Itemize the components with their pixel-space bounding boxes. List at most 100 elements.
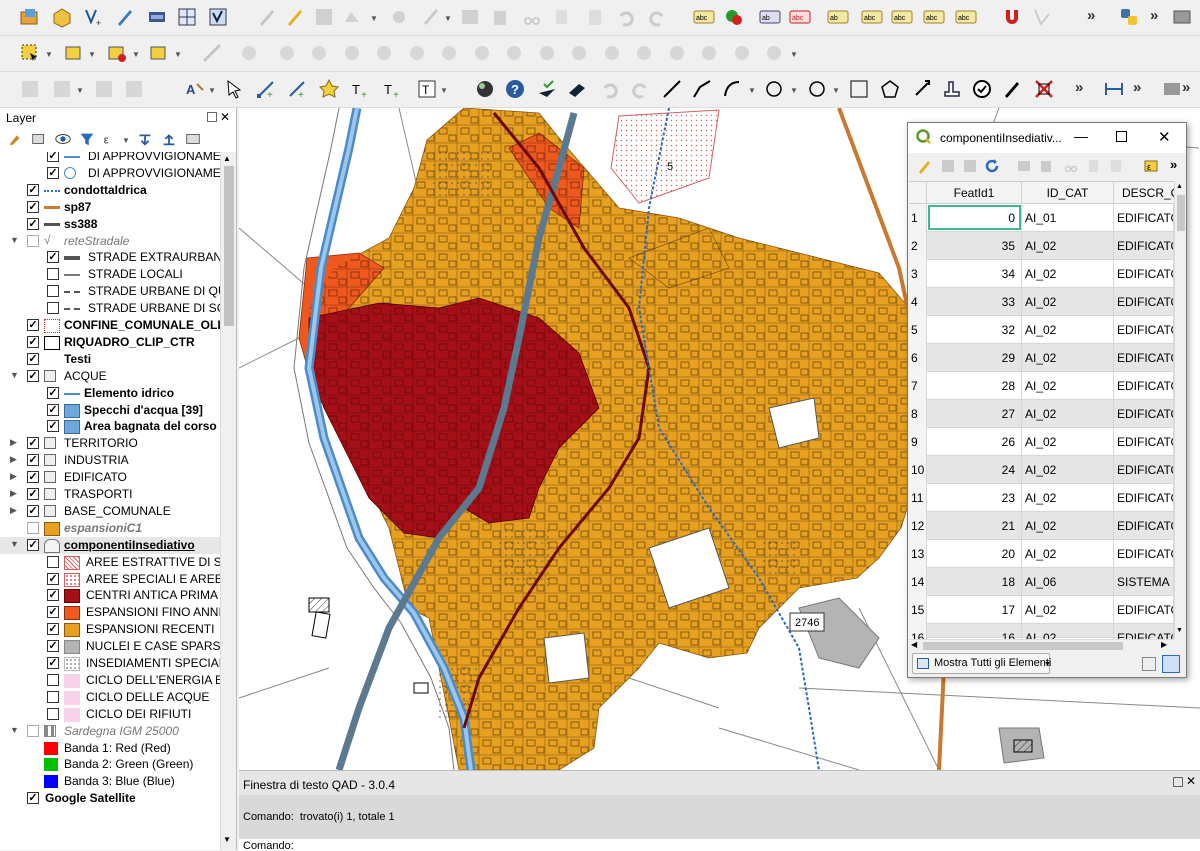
featid-cell[interactable]: 20 bbox=[927, 540, 1022, 568]
digitize-tool-3-icon[interactable] bbox=[307, 41, 331, 65]
python-console-icon[interactable] bbox=[1117, 5, 1141, 29]
table-row[interactable]: 4 33 AI_02 EDIFICATO bbox=[909, 288, 1174, 316]
digitize-tool-5-icon[interactable] bbox=[372, 41, 396, 65]
digitize-tool-13-icon[interactable] bbox=[632, 41, 656, 65]
layer-visibility-checkbox[interactable]: ✓ bbox=[27, 454, 39, 467]
multi-edit-icon[interactable] bbox=[940, 158, 956, 177]
layer-tree-row[interactable]: ✓ Elemento idrico bbox=[0, 385, 220, 402]
minimize-button[interactable]: — bbox=[1074, 128, 1088, 144]
digitize-icon[interactable] bbox=[113, 5, 137, 29]
vertex-tool-icon[interactable] bbox=[387, 5, 411, 29]
table-view-icon[interactable] bbox=[1162, 655, 1180, 673]
show-all-features-button[interactable]: Mostra Tutti gli Elementi ▼ bbox=[912, 653, 1051, 674]
layer-visibility-checkbox[interactable]: ✓ bbox=[47, 657, 59, 669]
layer-visibility-checkbox[interactable]: ✓ bbox=[27, 538, 39, 551]
close-button[interactable]: ✕ bbox=[1158, 128, 1171, 146]
layer-tree-row[interactable]: CICLO DELL'ENERGIA ELET bbox=[0, 672, 220, 689]
offset-tool-icon[interactable] bbox=[940, 77, 964, 101]
layer-visibility-checkbox[interactable]: ✓ bbox=[47, 251, 59, 264]
row-number-cell[interactable]: 10 bbox=[909, 456, 927, 484]
descr-cell[interactable]: EDIFICATO bbox=[1114, 624, 1174, 639]
idcat-cell[interactable]: AI_02 bbox=[1022, 624, 1114, 639]
layer-tree-row[interactable]: ✓ INSEDIAMENTI SPECIALIZZ bbox=[0, 655, 220, 672]
digitize-tool-12-icon[interactable] bbox=[600, 41, 624, 65]
label-show-icon[interactable]: abc bbox=[860, 5, 884, 29]
label-change-icon[interactable]: abc bbox=[922, 5, 946, 29]
toolbar-overflow-chevron[interactable]: » bbox=[1182, 79, 1190, 96]
maximize-button[interactable] bbox=[1116, 131, 1127, 142]
save-edits-icon[interactable] bbox=[312, 5, 336, 29]
featid-cell[interactable]: 28 bbox=[927, 372, 1022, 400]
layer-tree-row[interactable]: ✓ Area bagnata del corso d'a bbox=[0, 418, 220, 435]
check-tool-icon[interactable] bbox=[535, 77, 559, 101]
layer-visibility-checkbox[interactable] bbox=[47, 690, 59, 703]
row-number-cell[interactable]: 16 bbox=[909, 624, 927, 639]
layer-tree-row[interactable]: ▼ ✓ componentiInsediativo bbox=[0, 536, 220, 554]
featid-cell[interactable]: 21 bbox=[927, 512, 1022, 540]
dropdown-arrow[interactable]: ▼ bbox=[132, 50, 140, 59]
polygon-tool-icon[interactable] bbox=[565, 77, 589, 101]
dropdown-arrow[interactable]: ▼ bbox=[122, 136, 130, 145]
layer-visibility-checkbox[interactable]: ✓ bbox=[27, 200, 39, 213]
idcat-cell[interactable]: AI_02 bbox=[1022, 456, 1114, 484]
layer-visibility-checkbox[interactable] bbox=[47, 268, 59, 281]
data-source-manager-icon[interactable] bbox=[50, 5, 74, 29]
layer-tree-row[interactable]: ▶ ✓ TRASPORTI bbox=[0, 486, 220, 503]
label-abc-icon[interactable]: abc bbox=[692, 5, 716, 29]
label-rotate-icon[interactable]: abc bbox=[890, 5, 914, 29]
select-cursor-icon[interactable] bbox=[222, 77, 246, 101]
featid-cell[interactable]: 18 bbox=[927, 568, 1022, 596]
expand-arrow-icon[interactable]: ▼ bbox=[10, 725, 19, 735]
idcat-cell[interactable]: AI_02 bbox=[1022, 428, 1114, 456]
dropdown-arrow[interactable]: ▼ bbox=[832, 86, 840, 95]
move-feature-icon[interactable] bbox=[420, 5, 444, 29]
float-panel-icon[interactable] bbox=[1173, 777, 1183, 787]
descr-cell[interactable]: EDIFICATO bbox=[1114, 344, 1174, 372]
layer-visibility-checkbox[interactable]: ✓ bbox=[47, 152, 59, 162]
row-number-cell[interactable]: 1 bbox=[909, 204, 927, 232]
layer-visibility-checkbox[interactable]: ✓ bbox=[47, 420, 59, 433]
float-panel-icon[interactable] bbox=[207, 112, 217, 122]
layer-visibility-checkbox[interactable]: ✓ bbox=[27, 369, 39, 382]
close-panel-icon[interactable]: ✕ bbox=[1186, 774, 1196, 788]
delete-tool-icon[interactable] bbox=[1032, 77, 1056, 101]
processing-icon[interactable] bbox=[145, 5, 169, 29]
layer-tree-row[interactable]: ✓ condottaIdrica bbox=[0, 182, 220, 199]
descr-cell[interactable]: SISTEMA DI bbox=[1114, 568, 1174, 596]
digitize-tool-10-icon[interactable] bbox=[535, 41, 559, 65]
descr-cell[interactable]: EDIFICATO bbox=[1114, 316, 1174, 344]
row-number-cell[interactable]: 15 bbox=[909, 596, 927, 624]
dropdown-arrow[interactable]: ▼ bbox=[88, 50, 96, 59]
idcat-cell[interactable]: AI_02 bbox=[1022, 260, 1114, 288]
style-manager-icon[interactable] bbox=[6, 130, 26, 150]
label-red-icon[interactable]: abc bbox=[788, 5, 812, 29]
digitize-tool-9-icon[interactable] bbox=[502, 41, 526, 65]
deselect-icon[interactable] bbox=[105, 41, 129, 65]
paste-icon[interactable] bbox=[583, 5, 607, 29]
attribute-table-titlebar[interactable]: componentiInsediativ... — ✕ bbox=[908, 123, 1186, 153]
layer-visibility-checkbox[interactable]: ✓ bbox=[27, 217, 39, 230]
idcat-cell[interactable]: AI_02 bbox=[1022, 512, 1114, 540]
delete-feature-icon[interactable] bbox=[1038, 158, 1054, 177]
trace-icon[interactable] bbox=[1030, 5, 1054, 29]
layer-tree-row[interactable]: ✓ STRADE EXTRAURBANE PR bbox=[0, 249, 220, 266]
measure-icon[interactable] bbox=[200, 41, 224, 65]
table-row[interactable]: 10 24 AI_02 EDIFICATO bbox=[909, 456, 1174, 484]
layer-visibility-checkbox[interactable] bbox=[47, 555, 59, 568]
copy-icon[interactable] bbox=[1086, 158, 1102, 177]
layer-tree-row[interactable]: Banda 2: Green (Green) bbox=[0, 756, 220, 773]
collapse-arrow-icon[interactable]: ▶ bbox=[10, 454, 17, 465]
featid-cell[interactable]: 16 bbox=[927, 624, 1022, 639]
digitize-tool-17-icon[interactable] bbox=[762, 41, 786, 65]
table-row[interactable]: 12 21 AI_02 EDIFICATO bbox=[909, 512, 1174, 540]
table-row[interactable]: 13 20 AI_02 EDIFICATO bbox=[909, 540, 1174, 568]
featid-cell[interactable]: 33 bbox=[927, 288, 1022, 316]
layer-tree-row[interactable]: espansioniC1 bbox=[0, 520, 220, 537]
paste-icon[interactable] bbox=[1108, 158, 1124, 177]
layer-visibility-checkbox[interactable]: ✓ bbox=[27, 471, 39, 484]
featid-cell[interactable]: 23 bbox=[927, 484, 1022, 512]
digitize-tool-1-icon[interactable] bbox=[237, 41, 261, 65]
layer-visibility-checkbox[interactable]: ✓ bbox=[47, 606, 59, 619]
filter-expression-icon[interactable]: ε bbox=[102, 130, 122, 150]
toolbar-overflow-chevron[interactable]: » bbox=[1087, 7, 1095, 24]
